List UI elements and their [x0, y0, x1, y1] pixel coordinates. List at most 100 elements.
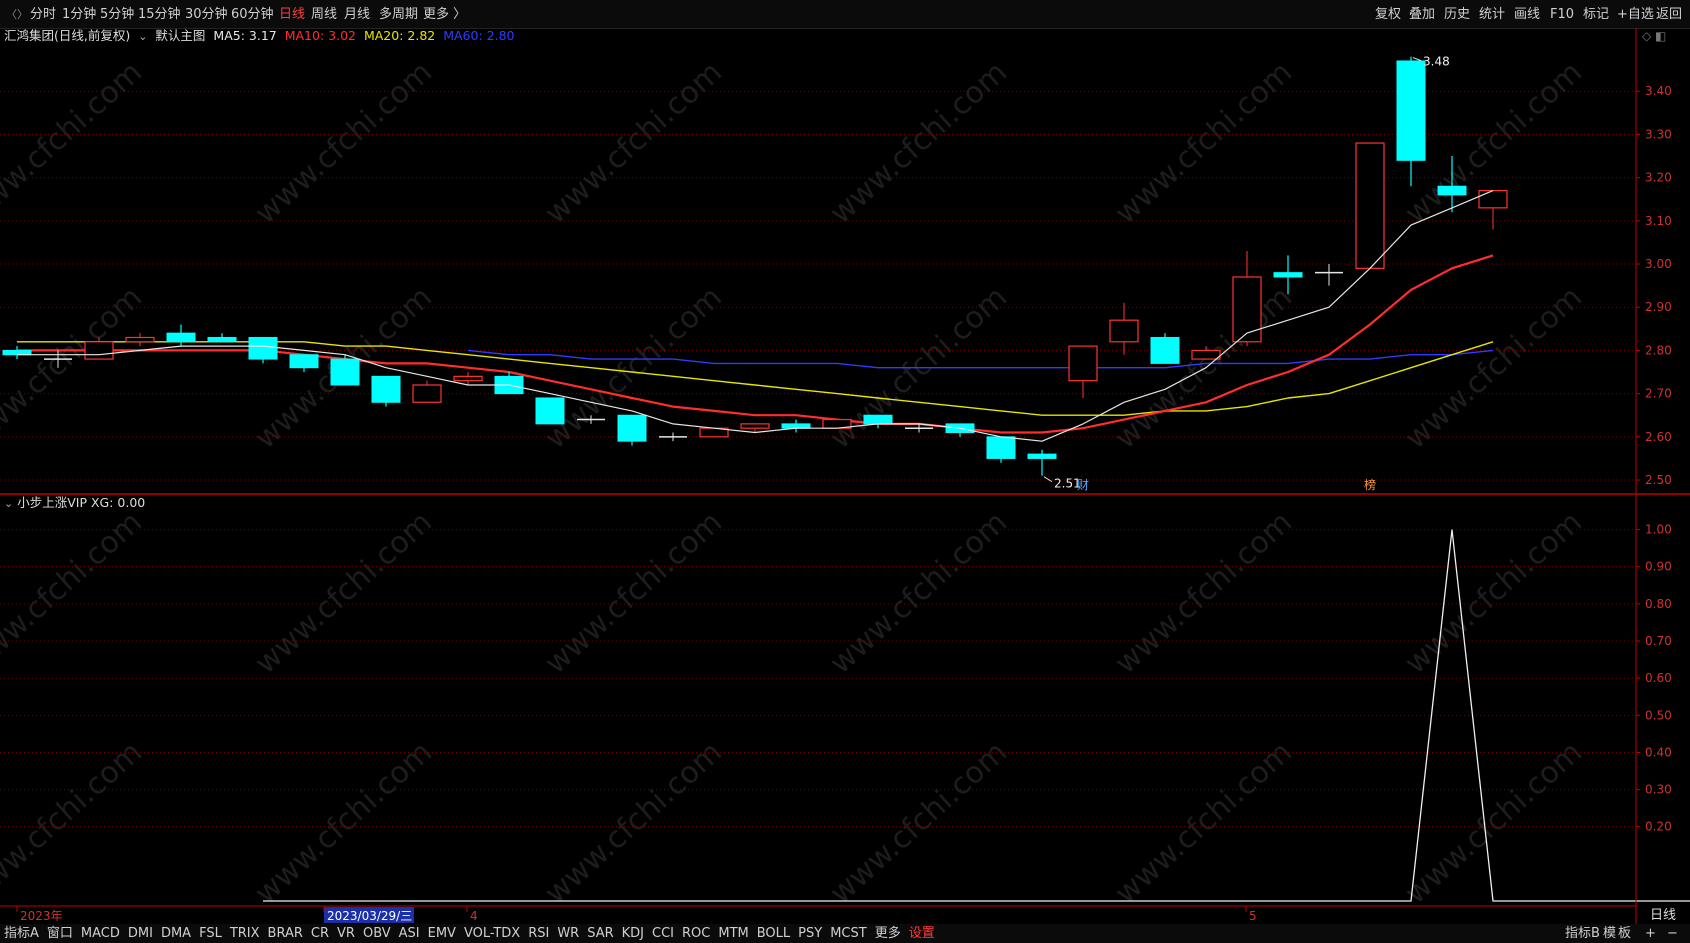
indicator-tab[interactable]: DMI	[128, 924, 153, 943]
watermark-text: www.cfchi.com	[0, 280, 149, 457]
indicator-tab[interactable]: KDJ	[622, 924, 644, 943]
ma20-line	[17, 341, 1494, 416]
indicator-tab-bar: 指标A 窗口 MACD DMI DMA FSL TRIX BRAR CR VR OBV ASI EMV V…	[0, 924, 1690, 943]
price-tick-label: 3.40	[1645, 84, 1672, 98]
candle-body	[617, 414, 647, 442]
candle	[330, 354, 360, 386]
indicator-tab[interactable]: EMV	[428, 924, 456, 943]
watermark-layer: www.cfchi.com www.cfchi.com www.cfchi.com w…	[0, 55, 1589, 912]
candle	[1027, 449, 1057, 476]
candle	[781, 419, 811, 433]
price-tick-label: 3.10	[1645, 214, 1672, 228]
indicator-tab[interactable]: SAR	[587, 924, 613, 943]
price-tick-label: 3.00	[1645, 257, 1672, 271]
candle	[1478, 189, 1508, 230]
zoom-in-button[interactable]: +	[1645, 924, 1656, 943]
template-button[interactable]: 模	[1603, 924, 1616, 943]
indicator-tab[interactable]: MTM	[718, 924, 748, 943]
indicator-tab[interactable]: OBV	[363, 924, 391, 943]
watermark-text: www.cfchi.com	[248, 735, 439, 912]
watermark-text: www.cfchi.com	[0, 735, 149, 912]
period-label: 日线	[1650, 908, 1676, 923]
candle	[166, 324, 196, 347]
event-marker: 财	[1077, 478, 1089, 492]
indicator-tab[interactable]: MCST	[830, 924, 867, 943]
candle	[494, 372, 524, 395]
candle	[2, 346, 32, 360]
indicator-tick-label: 0.30	[1645, 783, 1672, 797]
indicator-tab[interactable]: 窗口	[47, 924, 73, 943]
event-marker: 榜	[1364, 477, 1376, 492]
candle-body	[1437, 185, 1467, 196]
indicator-tab[interactable]: TRIX	[230, 924, 260, 943]
candle	[289, 354, 319, 373]
price-tick-label: 2.50	[1645, 473, 1672, 487]
indicator-tab[interactable]: VR	[337, 924, 355, 943]
candle-body	[535, 397, 565, 425]
indicator-tab[interactable]: PSY	[798, 924, 822, 943]
candle-body	[1396, 60, 1426, 161]
template-button-2[interactable]: 板	[1618, 924, 1631, 943]
indicator-tab[interactable]: ROC	[682, 924, 710, 943]
candle-body	[1109, 319, 1139, 343]
candle-body	[2, 349, 32, 356]
price-tick-label: 2.90	[1645, 300, 1672, 314]
candle-body	[1478, 189, 1508, 209]
watermark-text: www.cfchi.com	[1108, 55, 1299, 232]
zoom-out-button[interactable]: −	[1667, 924, 1678, 943]
indicator-tab[interactable]: ASI	[399, 924, 420, 943]
indicator-tab[interactable]: WR	[557, 924, 579, 943]
low-marker-pointer	[1043, 476, 1053, 483]
indicator-b-button[interactable]: 指标B	[1565, 924, 1600, 943]
candle-body	[289, 354, 319, 369]
indicator-tick-label: 0.70	[1645, 634, 1672, 648]
watermark-text: www.cfchi.com	[1108, 505, 1299, 682]
indicator-tab[interactable]: MACD	[81, 924, 120, 943]
price-tick-label: 2.60	[1645, 430, 1672, 444]
watermark-text: www.cfchi.com	[1398, 505, 1589, 682]
candle-body	[371, 375, 401, 403]
indicator-tab[interactable]: FSL	[199, 924, 222, 943]
watermark-text: www.cfchi.com	[0, 55, 149, 232]
indicator-tick-label: 0.20	[1645, 820, 1672, 834]
indicator-tick-label: 0.90	[1645, 560, 1672, 574]
indicator-tab[interactable]: DMA	[161, 924, 191, 943]
candle-body	[125, 336, 155, 343]
watermark-text: www.cfchi.com	[823, 735, 1014, 912]
watermark-text: www.cfchi.com	[248, 505, 439, 682]
indicator-tab[interactable]: VOL-TDX	[464, 924, 520, 943]
candle-body	[986, 436, 1016, 459]
candle	[1396, 56, 1426, 187]
candle	[371, 375, 401, 407]
indicator-tab[interactable]: CR	[311, 924, 329, 943]
layout-icon: ◇ ◧	[1642, 29, 1666, 43]
candle	[1232, 251, 1262, 347]
candle-body	[1027, 453, 1057, 459]
indicator-tick-label: 0.40	[1645, 745, 1672, 759]
price-tick-label: 2.80	[1645, 343, 1672, 357]
candle	[125, 333, 155, 347]
indicator-tab[interactable]: 更多	[875, 924, 901, 943]
candle	[1315, 264, 1343, 286]
candle-body	[166, 332, 196, 343]
indicator-tab[interactable]: CCI	[652, 924, 674, 943]
candle-body	[248, 336, 278, 360]
high-marker-pointer	[1412, 57, 1422, 62]
watermark-text: www.cfchi.com	[538, 55, 729, 232]
candlestick-series	[2, 56, 1508, 476]
indicator-tab[interactable]: BRAR	[268, 924, 303, 943]
indicator-tab[interactable]: RSI	[528, 924, 549, 943]
candle-body	[1150, 336, 1180, 364]
high-price-label: 3.48	[1423, 55, 1450, 69]
candle	[1355, 142, 1385, 269]
indicator-tab[interactable]: 设置	[909, 924, 935, 943]
candle-body	[84, 341, 114, 360]
candle	[412, 380, 442, 403]
price-tick-label: 3.30	[1645, 127, 1672, 141]
indicator-tab[interactable]: 指标A	[4, 924, 39, 943]
kline-chart[interactable]: www.cfchi.com www.cfchi.com www.cfchi.com w…	[0, 0, 1690, 943]
grid-lines	[0, 90, 1636, 828]
candle	[986, 436, 1016, 463]
indicator-tab[interactable]: BOLL	[757, 924, 790, 943]
candle-body	[412, 384, 442, 403]
